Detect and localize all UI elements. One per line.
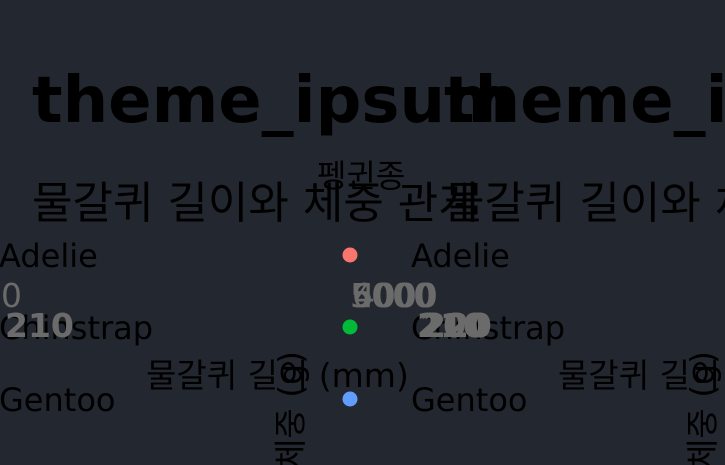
chart-subtitle: 물갈퀴 길이와 체중 관계	[444, 178, 725, 229]
legend-title: 펭귄종	[317, 157, 405, 195]
chart-title: theme_ipsum	[32, 64, 512, 138]
legend-label-adelie: Adelie	[0, 237, 98, 275]
legend-key-adelie	[342, 247, 358, 263]
legend-label-gentoo: Gentoo	[0, 381, 115, 419]
legend-key-chinstrap	[342, 319, 358, 335]
y-axis-label: 체중 (g)	[271, 351, 310, 465]
chart-subtitle: 물갈퀴 길이와 체중 관계	[32, 178, 479, 229]
x-tick-label: 210	[5, 306, 74, 345]
legend-label-adelie: Adelie	[411, 237, 510, 275]
y-axis-label: 체중 (g)	[683, 351, 722, 465]
legend-label-gentoo: Gentoo	[411, 381, 527, 419]
legend-key-gentoo	[342, 391, 358, 407]
x-tick-label: 220	[423, 306, 492, 345]
chart-title: theme_ipsum_rc	[444, 64, 725, 138]
chart-canvas: theme_ipsum물갈퀴 길이와 체중 관계펭귄종AdelieChinstr…	[0, 0, 725, 465]
chart-svg: theme_ipsum물갈퀴 길이와 체중 관계펭귄종AdelieChinstr…	[0, 64, 725, 465]
